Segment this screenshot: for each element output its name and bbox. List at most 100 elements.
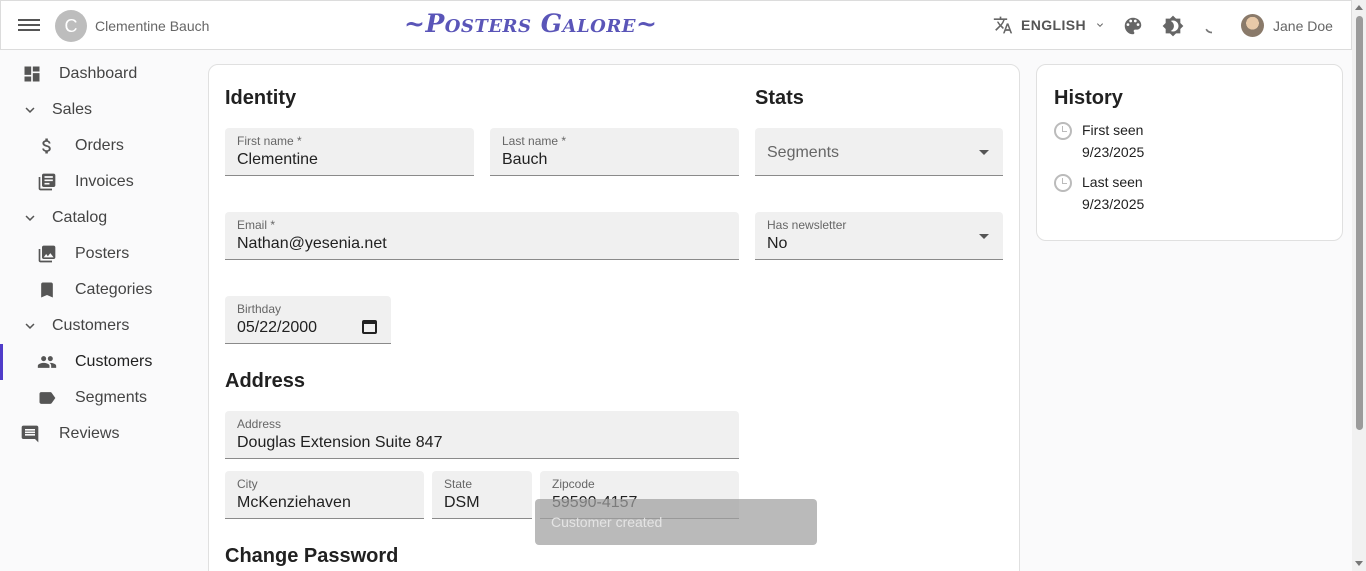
- chevron-down-icon: [1097, 23, 1104, 27]
- email-field[interactable]: Email * Nathan@yesenia.net: [225, 212, 739, 260]
- brand-logo: ~Posters Galore~: [404, 9, 658, 38]
- first-seen-date: 9/23/2025: [1082, 144, 1145, 160]
- menu-icon[interactable]: [18, 15, 40, 37]
- field-value: McKenziehaven: [237, 494, 351, 511]
- last-name-field[interactable]: Last name * Bauch: [490, 128, 739, 176]
- people-icon: [37, 352, 57, 372]
- identity-heading: Identity: [225, 87, 297, 109]
- dollar-icon: [37, 136, 57, 156]
- sidebar-group-catalog[interactable]: Catalog: [0, 200, 200, 236]
- app-bar: C Clementine Bauch ~Posters Galore~ ENGL…: [0, 0, 1352, 50]
- field-label: Has newsletter: [767, 218, 847, 232]
- sidebar-item-reviews[interactable]: Reviews: [0, 416, 200, 452]
- scroll-down-icon[interactable]: [1355, 561, 1363, 566]
- sidebar-item-label: Posters: [75, 245, 130, 262]
- scrollbar-thumb[interactable]: [1356, 16, 1363, 430]
- sidebar-item-segments[interactable]: Segments: [0, 380, 200, 416]
- sidebar-group-customers[interactable]: Customers: [0, 308, 200, 344]
- field-value: No: [767, 235, 788, 252]
- last-seen-label: Last seen: [1082, 174, 1143, 190]
- invoice-icon: [37, 172, 57, 192]
- birthday-field[interactable]: Birthday 05/22/2000: [225, 296, 391, 344]
- bookmark-icon: [37, 280, 57, 300]
- label-icon: [37, 388, 57, 408]
- calendar-icon[interactable]: [362, 320, 377, 334]
- scroll-up-icon[interactable]: [1355, 5, 1363, 10]
- snackbar-notification: Customer created: [535, 499, 817, 545]
- language-selector[interactable]: ENGLISH: [993, 15, 1106, 35]
- sidebar-item-label: Customers: [75, 353, 153, 370]
- field-value: Bauch: [502, 151, 548, 168]
- chevron-down-icon: [20, 316, 40, 336]
- city-field[interactable]: City McKenziehaven: [225, 471, 424, 519]
- history-heading: History: [1054, 87, 1123, 109]
- palette-icon[interactable]: [1122, 15, 1144, 37]
- stats-heading: Stats: [755, 87, 804, 109]
- sidebar-item-customers[interactable]: Customers: [0, 344, 200, 380]
- history-panel: History First seen 9/23/2025 Last seen 9…: [1036, 64, 1343, 241]
- sidebar-group-sales[interactable]: Sales: [0, 92, 200, 128]
- field-label: Birthday: [237, 302, 282, 316]
- account-avatar: [1241, 14, 1264, 37]
- user-avatar: C: [55, 10, 87, 42]
- sidebar: Dashboard Sales Orders Invoices Catalog …: [0, 56, 200, 452]
- language-label: ENGLISH: [1021, 17, 1087, 33]
- field-value: Clementine: [237, 151, 318, 168]
- segments-select[interactable]: Segments: [755, 128, 1003, 176]
- sidebar-item-categories[interactable]: Categories: [0, 272, 200, 308]
- sidebar-item-label: Orders: [75, 137, 124, 154]
- first-seen-label: First seen: [1082, 122, 1144, 138]
- field-label: First name *: [237, 134, 302, 148]
- sidebar-item-posters[interactable]: Posters: [0, 236, 200, 272]
- snackbar-message: Customer created: [551, 514, 663, 530]
- address-field[interactable]: Address Douglas Extension Suite 847: [225, 411, 739, 459]
- last-seen-item: Last seen 9/23/2025: [1054, 174, 1254, 220]
- collections-icon: [37, 244, 57, 264]
- field-label: Last name *: [502, 134, 567, 148]
- sidebar-item-invoices[interactable]: Invoices: [0, 164, 200, 200]
- field-value: DSM: [444, 494, 480, 511]
- state-field[interactable]: State DSM: [432, 471, 532, 519]
- last-seen-date: 9/23/2025: [1082, 196, 1145, 212]
- sidebar-item-label: Categories: [75, 281, 153, 298]
- sidebar-group-label: Sales: [52, 101, 93, 118]
- sidebar-item-label: Reviews: [59, 425, 120, 442]
- field-placeholder: Segments: [767, 144, 840, 161]
- user-menu[interactable]: Jane Doe: [1241, 14, 1333, 37]
- clock-icon: [1054, 174, 1072, 192]
- sidebar-group-label: Customers: [52, 317, 130, 334]
- sidebar-group-label: Catalog: [52, 209, 108, 226]
- sidebar-item-label: Segments: [75, 389, 148, 406]
- first-name-field[interactable]: First name * Clementine: [225, 128, 474, 176]
- field-label: City: [237, 477, 258, 491]
- sidebar-item-orders[interactable]: Orders: [0, 128, 200, 164]
- field-label: Address: [237, 417, 282, 431]
- change-password-heading: Change Password: [225, 545, 399, 567]
- address-heading: Address: [225, 370, 306, 392]
- translate-icon: [993, 16, 1013, 34]
- field-value: Nathan@yesenia.net: [237, 235, 387, 252]
- customer-edit-form: Identity Stats First name * Clementine L…: [208, 64, 1020, 571]
- first-seen-item: First seen 9/23/2025: [1054, 122, 1254, 168]
- dashboard-icon: [22, 64, 42, 84]
- page-scrollbar[interactable]: [1352, 0, 1366, 571]
- brightness-icon[interactable]: [1162, 15, 1184, 37]
- dropdown-arrow-icon: [979, 234, 989, 239]
- sidebar-item-label: Dashboard: [59, 65, 138, 82]
- dropdown-arrow-icon: [979, 150, 989, 155]
- sidebar-item-label: Invoices: [75, 173, 134, 190]
- record-title: Clementine Bauch: [95, 18, 210, 34]
- account-name: Jane Doe: [1273, 17, 1333, 34]
- field-value: 05/22/2000: [237, 319, 318, 336]
- field-label: Email *: [237, 218, 276, 232]
- sidebar-item-dashboard[interactable]: Dashboard: [0, 56, 200, 92]
- field-label: State: [444, 477, 473, 491]
- clock-icon: [1054, 122, 1072, 140]
- chevron-down-icon: [20, 208, 40, 228]
- newsletter-select[interactable]: Has newsletter No: [755, 212, 1003, 260]
- field-value: Douglas Extension Suite 847: [237, 434, 443, 451]
- loading-spinner-icon: [1202, 15, 1224, 37]
- comment-icon: [20, 424, 40, 444]
- chevron-down-icon: [20, 100, 40, 120]
- field-label: Zipcode: [552, 477, 595, 491]
